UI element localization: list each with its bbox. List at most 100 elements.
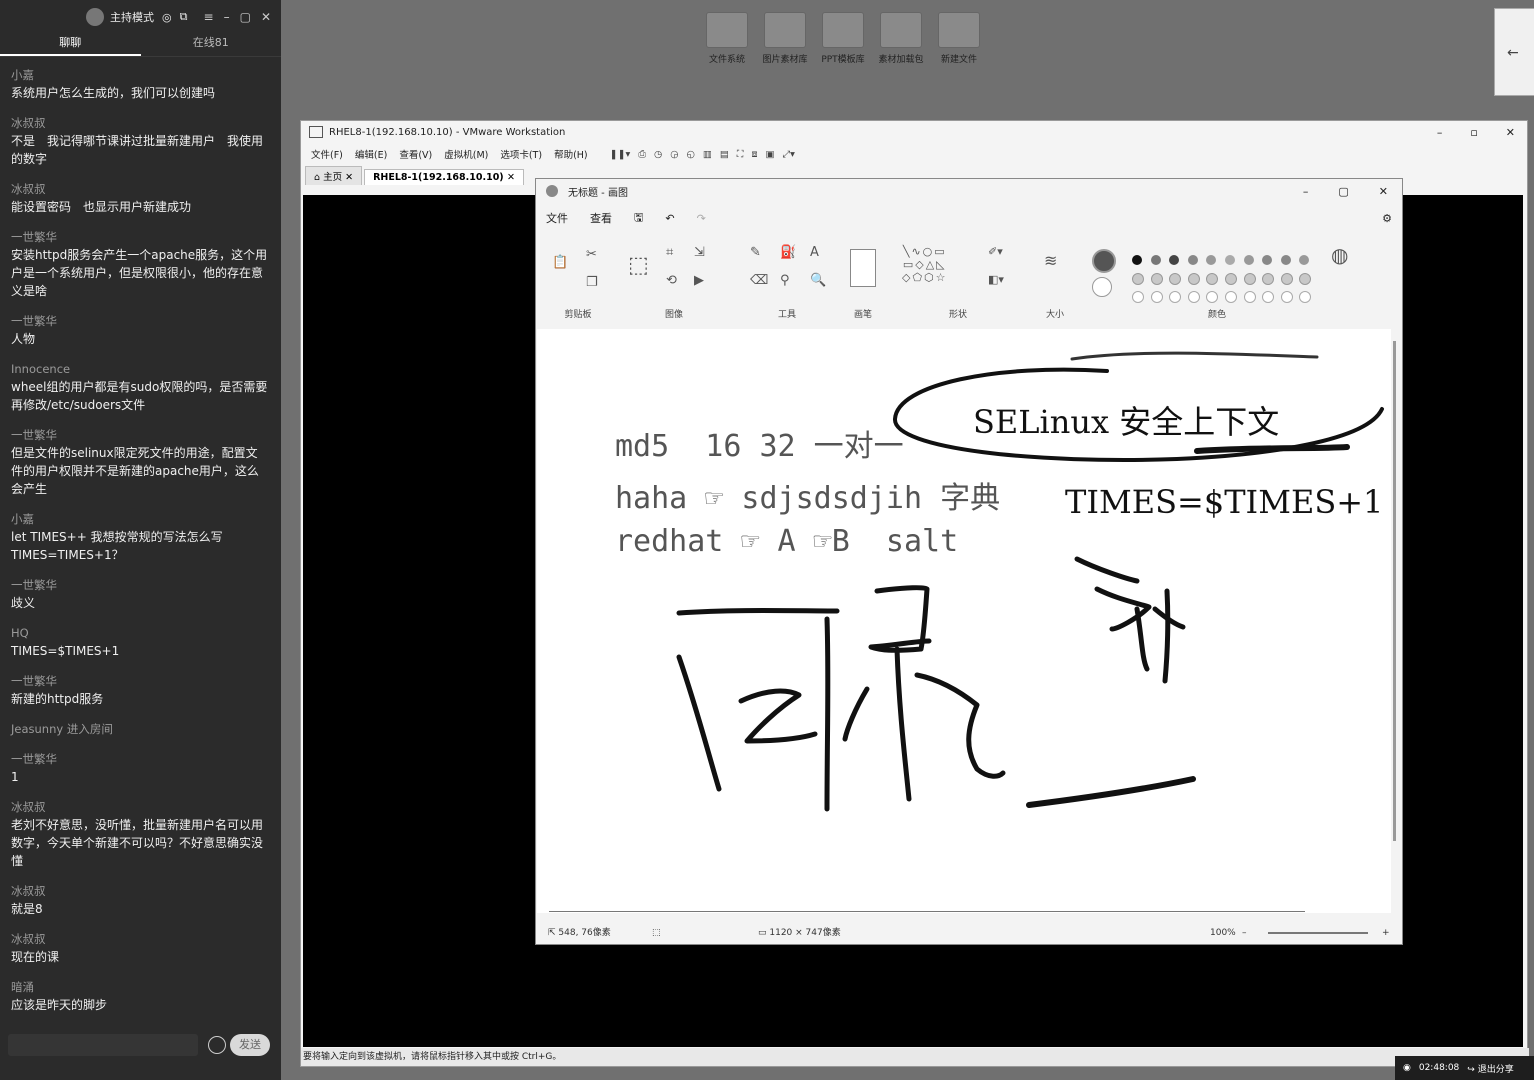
chat-input[interactable] (8, 1034, 198, 1056)
menu-vm[interactable]: 虚拟机(M) (444, 147, 488, 161)
popout-icon[interactable]: ⧉ (180, 10, 188, 24)
save-icon[interactable]: 🖫 (634, 209, 643, 228)
desktop-shortcut[interactable]: 素材加载包 (873, 12, 929, 65)
send-button[interactable]: 发送 (230, 1034, 270, 1056)
snapshot-restore-icon[interactable]: ◶ (670, 149, 678, 160)
desktop-shortcut[interactable]: 文件系统 (699, 12, 755, 65)
color-swatch[interactable] (1150, 291, 1163, 303)
brush-icon[interactable] (850, 249, 876, 287)
color-swatch[interactable] (1243, 273, 1256, 285)
secondary-color-swatch[interactable] (1092, 277, 1112, 297)
paint-canvas[interactable]: md5 16 32 一对一 haha ☞ sdjsdsdjih 字典 redha… (537, 329, 1396, 913)
minimize-icon[interactable]: – (1437, 126, 1443, 139)
console-icon[interactable]: ▣ (766, 149, 775, 160)
edit-colors-icon[interactable]: ◍ (1331, 243, 1348, 267)
crop-icon[interactable]: ⌗ (666, 245, 673, 260)
color-swatch[interactable] (1169, 273, 1182, 285)
close-icon[interactable]: ✕ (1506, 126, 1515, 139)
menu-view[interactable]: 查看(V) (399, 147, 432, 161)
paste-icon[interactable]: 📋 (552, 255, 568, 270)
color-swatch[interactable] (1132, 255, 1142, 265)
sidebar-icon[interactable]: ▥ (703, 149, 712, 160)
color-swatch[interactable] (1262, 255, 1273, 265)
color-swatch[interactable] (1187, 255, 1198, 265)
close-icon[interactable]: ✕ (1379, 185, 1388, 198)
minimize-icon[interactable]: – (1303, 185, 1309, 198)
exit-share-button[interactable]: ↪ 退出分享 (1467, 1062, 1513, 1075)
desktop-shortcut[interactable]: 图片素材库 (757, 12, 813, 65)
color-swatch[interactable] (1206, 273, 1219, 285)
menu-file[interactable]: 文件(F) (311, 147, 343, 161)
redo-icon[interactable]: ↷ (697, 212, 706, 225)
color-swatch[interactable] (1132, 291, 1144, 303)
close-icon[interactable]: ✕ (261, 10, 271, 24)
emoji-icon[interactable] (208, 1036, 226, 1054)
primary-color-swatch[interactable] (1092, 249, 1116, 273)
color-swatch[interactable] (1280, 255, 1291, 265)
snapshot-icon[interactable]: ◷ (654, 149, 662, 160)
color-swatch[interactable] (1187, 291, 1200, 303)
pause-icon[interactable]: ❚❚▾ (610, 149, 631, 160)
color-swatch[interactable] (1243, 291, 1256, 303)
menu-icon[interactable]: ≡ (204, 10, 214, 24)
settings-icon[interactable]: ◎ (162, 11, 172, 24)
stretch-icon[interactable]: ⤢▾ (782, 149, 794, 160)
zoom-slider[interactable] (1268, 932, 1368, 934)
color-swatch[interactable] (1299, 255, 1310, 265)
select-icon[interactable]: ⬚ (628, 253, 649, 278)
cut-icon[interactable]: ✂ (586, 247, 597, 262)
menu-help[interactable]: 帮助(H) (554, 147, 588, 161)
settings-icon[interactable]: ⚙ (1382, 212, 1402, 225)
color-swatch[interactable] (1243, 255, 1254, 265)
menu-tabs[interactable]: 选项卡(T) (500, 147, 542, 161)
color-swatch[interactable] (1280, 291, 1293, 303)
color-swatch[interactable] (1169, 255, 1180, 265)
canvas-hscroll[interactable] (549, 911, 1305, 912)
desktop-shortcut[interactable]: 新建文件 (931, 12, 987, 65)
color-swatch[interactable] (1206, 291, 1219, 303)
tab-online[interactable]: 在线81 (141, 34, 282, 56)
menu-view[interactable]: 查看 (590, 210, 612, 226)
color-swatch[interactable] (1299, 273, 1312, 285)
undo-icon[interactable]: ↶ (665, 212, 674, 225)
text-icon[interactable]: A (810, 245, 819, 260)
color-swatch[interactable] (1225, 273, 1237, 285)
color-swatch[interactable] (1280, 273, 1293, 285)
maximize-icon[interactable]: ▢ (240, 10, 251, 24)
menu-edit[interactable]: 编辑(E) (355, 147, 387, 161)
flip-icon[interactable]: ▶ (694, 273, 704, 288)
color-swatch[interactable] (1150, 255, 1161, 265)
back-arrow-icon[interactable]: ← (1507, 45, 1519, 61)
resize-icon[interactable]: ⇲ (694, 245, 705, 260)
color-swatch[interactable] (1262, 273, 1275, 285)
color-swatch[interactable] (1169, 291, 1182, 303)
unity-icon[interactable]: ⧈ (751, 149, 757, 160)
magnifier-icon[interactable]: 🔍 (810, 273, 826, 288)
zoom-in-icon[interactable]: + (1382, 922, 1390, 944)
maximize-icon[interactable]: ▢ (1338, 185, 1348, 198)
color-swatch[interactable] (1299, 291, 1312, 303)
color-swatch[interactable] (1225, 255, 1235, 265)
color-swatch[interactable] (1132, 273, 1144, 285)
color-swatch[interactable] (1150, 273, 1163, 285)
fill-icon[interactable]: ⛽ (780, 245, 796, 260)
tab-vm[interactable]: RHEL8-1(192.168.10.10) ✕ (364, 169, 524, 185)
rotate-icon[interactable]: ⟲ (666, 273, 677, 288)
color-swatch[interactable] (1187, 273, 1200, 285)
copy-icon[interactable]: ❐ (586, 275, 598, 290)
pencil-icon[interactable]: ✎ (750, 245, 761, 260)
canvas-scrollbar[interactable] (1393, 341, 1396, 841)
size-icon[interactable]: ≋ (1044, 251, 1057, 270)
fullscreen-icon[interactable]: ⛶ (737, 149, 744, 160)
minimize-icon[interactable]: – (224, 10, 230, 24)
shapes-gallery-icon[interactable]: ╲∿○▭ ▭◇△◺ ◇⬠⬡☆ (902, 245, 948, 284)
desktop-shortcut[interactable]: PPT模板库 (815, 12, 871, 65)
eraser-icon[interactable]: ⌫ (750, 273, 768, 288)
maximize-icon[interactable]: ▫ (1470, 126, 1477, 139)
tab-view-icon[interactable]: ▤ (720, 149, 729, 160)
color-swatch[interactable] (1262, 291, 1275, 303)
tab-chat[interactable]: 聊聊 (0, 34, 141, 56)
color-swatch[interactable] (1225, 291, 1237, 303)
shape-fill-icon[interactable]: ◧▾ (988, 273, 1004, 286)
outline-icon[interactable]: ✐▾ (988, 245, 1003, 258)
